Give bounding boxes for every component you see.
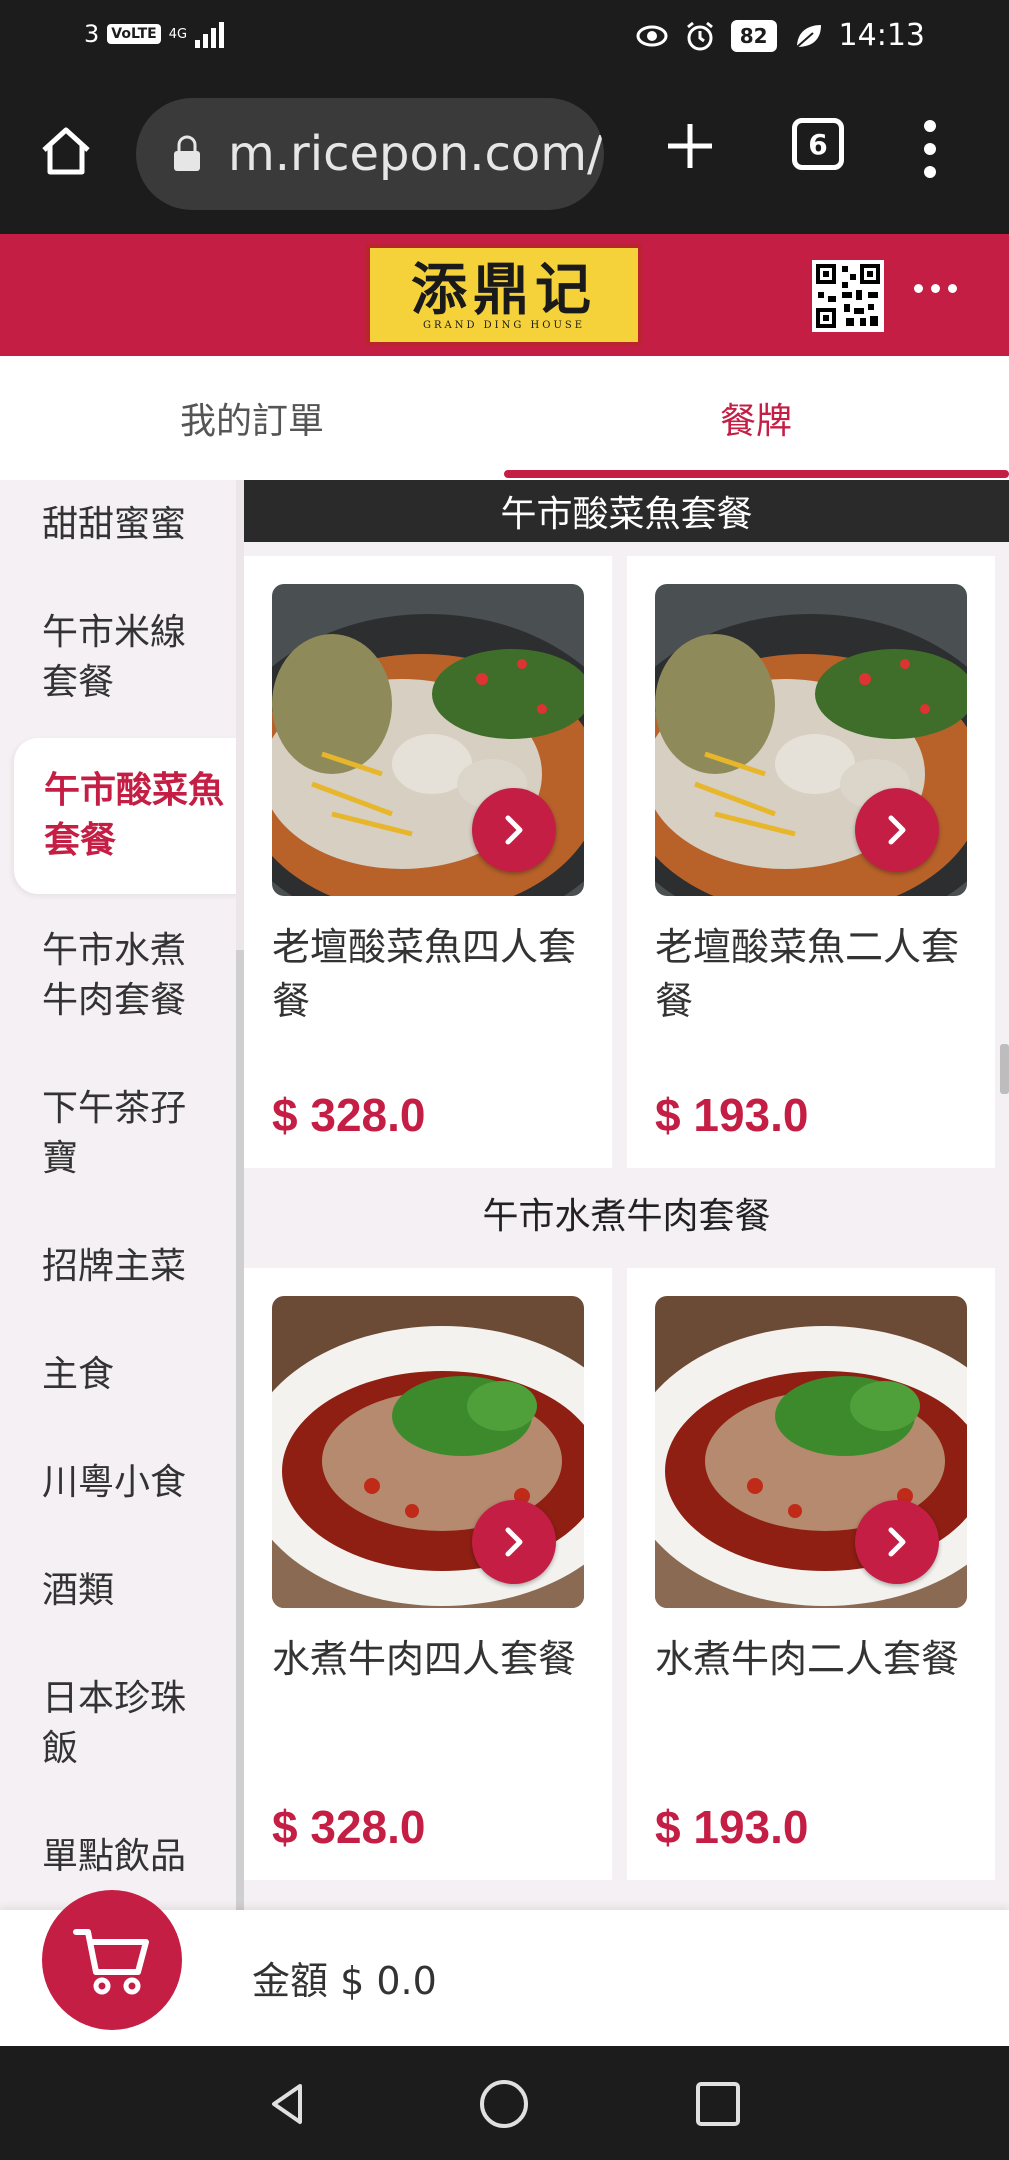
logo-text: 添鼎记 xyxy=(411,256,597,323)
status-right: 82 14:13 xyxy=(635,18,925,53)
sidebar-item-lunch-boiled-beef[interactable]: 午市水煮牛肉套餐 xyxy=(0,926,220,1026)
volte-badge: VoLTE xyxy=(107,24,161,44)
sidebar-scrollbar[interactable] xyxy=(236,950,244,1910)
dish-price: $ 193.0 xyxy=(655,1801,809,1853)
url-text: m.ricepon.com/ xyxy=(228,126,604,182)
recents-icon[interactable] xyxy=(690,2076,746,2132)
category-sidebar[interactable]: 甜甜蜜蜜 午市米線套餐 午市酸菜魚套餐 午市水煮牛肉套餐 下午茶孖寶 招牌主菜 … xyxy=(0,480,244,1910)
product-card[interactable]: 老壇酸菜魚二人套餐 $ 193.0 xyxy=(627,556,995,1168)
sidebar-item-alcohol[interactable]: 酒類 xyxy=(0,1566,244,1616)
boiled-beef-photo[interactable] xyxy=(655,1296,967,1608)
tab-bar: 我的訂單 餐牌 xyxy=(0,356,1009,480)
app-header: 添鼎记 GRAND DING HOUSE xyxy=(0,234,1009,356)
back-icon[interactable] xyxy=(260,2076,316,2132)
dish-name: 老壇酸菜魚二人套餐 xyxy=(655,925,960,1023)
boiled-beef-photo[interactable] xyxy=(272,1296,584,1608)
browser-menu-icon[interactable] xyxy=(910,114,950,184)
system-nav-bar xyxy=(0,2046,1009,2160)
signal-icon xyxy=(195,20,225,48)
chevron-right-icon xyxy=(888,1527,906,1557)
qr-code-icon[interactable] xyxy=(812,260,884,332)
product-card[interactable]: 水煮牛肉二人套餐 $ 193.0 xyxy=(627,1268,995,1880)
sidebar-item-afternoon-tea[interactable]: 下午茶孖寶 xyxy=(0,1084,200,1184)
lock-icon xyxy=(174,135,200,171)
network-type: 4G xyxy=(168,26,188,42)
product-card[interactable]: 水煮牛肉四人套餐 $ 328.0 xyxy=(244,1268,612,1880)
tab-my-orders[interactable]: 我的訂單 xyxy=(0,356,504,480)
sidebar-item-signature-dishes[interactable]: 招牌主菜 xyxy=(0,1242,244,1292)
dish-price: $ 193.0 xyxy=(655,1089,809,1141)
alarm-icon xyxy=(686,21,713,50)
view-item-button[interactable] xyxy=(855,788,939,872)
chevron-right-icon xyxy=(505,1527,523,1557)
browser-toolbar: m.ricepon.com/ 6 xyxy=(0,72,1009,234)
new-tab-icon[interactable] xyxy=(660,116,720,176)
view-item-button[interactable] xyxy=(472,1500,556,1584)
status-left: 3 VoLTE 4G xyxy=(84,20,225,48)
sidebar-item-snacks[interactable]: 川粵小食 xyxy=(0,1458,244,1508)
more-options-icon[interactable] xyxy=(914,284,957,293)
home-circle-icon[interactable] xyxy=(476,2076,532,2132)
product-card[interactable]: 老壇酸菜魚四人套餐 $ 328.0 xyxy=(244,556,612,1168)
tab-switcher-button[interactable]: 6 xyxy=(792,118,844,170)
eye-icon xyxy=(636,25,668,46)
dish-price: $ 328.0 xyxy=(272,1089,426,1141)
view-item-button[interactable] xyxy=(472,788,556,872)
sidebar-item-japanese-rice[interactable]: 日本珍珠飯 xyxy=(0,1674,200,1774)
cart-icon xyxy=(73,1929,149,1995)
view-item-button[interactable] xyxy=(855,1500,939,1584)
section-header-boiled-beef: 午市水煮牛肉套餐 xyxy=(482,1196,771,1237)
dish-name: 老壇酸菜魚四人套餐 xyxy=(272,925,577,1023)
suancai-fish-photo[interactable] xyxy=(655,584,967,896)
sidebar-item-staples[interactable]: 主食 xyxy=(0,1350,244,1400)
product-list: 午市酸菜魚套餐 老壇酸菜魚四人套餐 $ 328.0 老壇酸菜魚二人套餐 $ 19… xyxy=(244,480,1009,1910)
dish-price: $ 328.0 xyxy=(272,1801,426,1853)
sidebar-item-desserts[interactable]: 甜甜蜜蜜 xyxy=(0,500,244,550)
clock-time: 14:13 xyxy=(838,18,925,53)
leaf-icon xyxy=(795,24,821,48)
cart-total: 金額 $ 0.0 xyxy=(252,1959,437,2003)
section-header-pickled-fish: 午市酸菜魚套餐 xyxy=(244,480,1009,542)
active-tab-indicator xyxy=(504,470,1009,478)
sidebar-item-lunch-rice-noodle[interactable]: 午市米線套餐 xyxy=(0,608,220,708)
home-icon[interactable] xyxy=(36,120,96,180)
sim-slot: 3 xyxy=(84,20,100,48)
sidebar-item-lunch-pickled-fish[interactable]: 午市酸菜魚套餐 xyxy=(14,738,244,894)
cart-bar: 金額 $ 0.0 xyxy=(0,1890,1009,2046)
dish-name: 水煮牛肉四人套餐 xyxy=(272,1637,577,1681)
dish-name: 水煮牛肉二人套餐 xyxy=(655,1637,960,1681)
sidebar-item-drinks[interactable]: 單點飲品 xyxy=(0,1832,244,1882)
status-bar: 3 VoLTE 4G 82 14:13 xyxy=(0,0,1009,72)
page-scrollbar[interactable] xyxy=(1000,1044,1009,1094)
chevron-right-icon xyxy=(888,815,906,845)
restaurant-logo: 添鼎记 GRAND DING HOUSE xyxy=(366,244,642,346)
menu-content: 甜甜蜜蜜 午市米線套餐 午市酸菜魚套餐 午市水煮牛肉套餐 下午茶孖寶 招牌主菜 … xyxy=(0,480,1009,1910)
tab-menu[interactable]: 餐牌 xyxy=(504,356,1008,480)
logo-subtext: GRAND DING HOUSE xyxy=(422,319,586,331)
chevron-right-icon xyxy=(505,815,523,845)
address-bar[interactable]: m.ricepon.com/ xyxy=(136,98,604,210)
suancai-fish-photo[interactable] xyxy=(272,584,584,896)
cart-button[interactable] xyxy=(42,1890,182,2030)
battery-icon: 82 xyxy=(730,19,777,52)
